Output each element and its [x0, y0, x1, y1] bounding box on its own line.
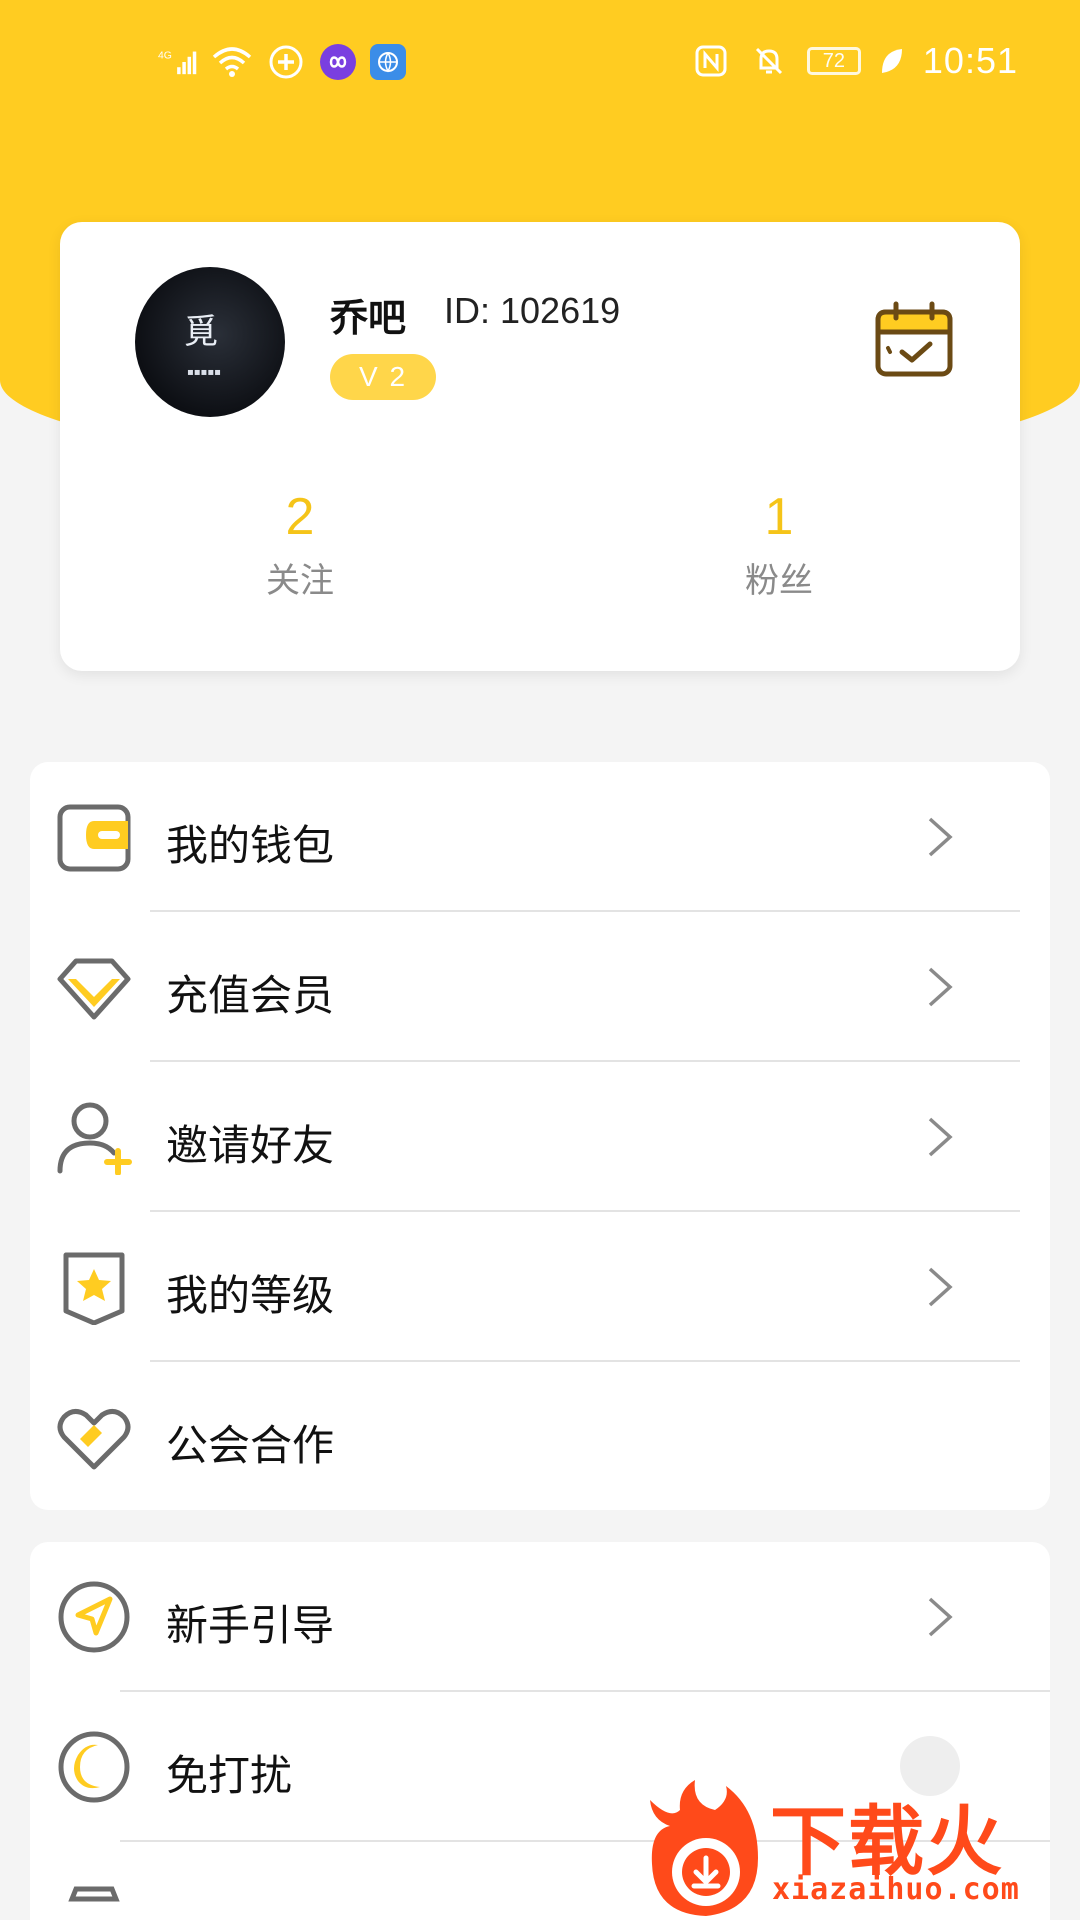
chevron-right-icon: [926, 1265, 954, 1309]
stat-fans[interactable]: 1 粉丝: [679, 487, 879, 602]
chevron-right-icon: [926, 965, 954, 1009]
battery-indicator: 72: [806, 47, 861, 75]
browser-notification-icon: [370, 44, 406, 80]
watermark-url: xiazaihuo.com: [772, 1872, 1020, 1907]
status-bar-right: 72 10:51: [691, 40, 1018, 82]
status-bar: 4G 72 10:51: [0, 28, 1080, 98]
stat-following[interactable]: 2 关注: [200, 487, 400, 602]
profile-card: 覓 ▪▪▪▪▪ 乔吧 ID: 102619 V 2 2 关注 1 粉丝: [60, 222, 1020, 671]
avatar[interactable]: 覓 ▪▪▪▪▪: [135, 267, 285, 417]
signal-icon: 4G: [158, 42, 198, 82]
level-badge-icon: [56, 1249, 132, 1326]
diamond-icon: [56, 949, 132, 1025]
avatar-sign-text: 覓: [184, 312, 218, 352]
menu-item-vip[interactable]: 充值会员: [30, 912, 1050, 1062]
menu-label-wallet: 我的钱包: [166, 821, 335, 870]
profile-page: 4G 72 10:51 覓 ▪▪▪▪▪ 乔吧 ID: 102619 V 2 2 …: [0, 0, 1080, 1920]
chevron-right-icon: [926, 1595, 954, 1639]
level-badge: V 2: [330, 354, 436, 400]
plus-circle-icon: [266, 42, 306, 82]
settings-icon: [56, 1879, 132, 1920]
menu-label-level: 我的等级: [166, 1271, 335, 1320]
navigation-icon: [56, 1579, 132, 1655]
status-bar-left: 4G: [158, 42, 406, 82]
svg-text:4G: 4G: [158, 51, 172, 62]
menu-label-invite: 邀请好友: [166, 1121, 335, 1170]
nfc-icon: [691, 41, 731, 81]
mute-bell-icon: [749, 41, 789, 81]
menu-item-level[interactable]: 我的等级: [30, 1212, 1050, 1362]
fans-label: 粉丝: [745, 561, 813, 601]
add-user-icon: [56, 1099, 132, 1176]
checkin-calendar-icon[interactable]: [872, 298, 956, 382]
leaf-icon: [879, 41, 905, 81]
menu-item-wallet[interactable]: 我的钱包: [30, 762, 1050, 912]
clock: 10:51: [922, 40, 1018, 81]
menu-item-invite[interactable]: 邀请好友: [30, 1062, 1050, 1212]
avatar-detail: ▪▪▪▪▪: [187, 367, 221, 378]
menu-label-guide: 新手引导: [166, 1601, 335, 1650]
following-label: 关注: [266, 561, 334, 601]
menu-item-guide[interactable]: 新手引导: [30, 1542, 1050, 1692]
wallet-icon: [56, 799, 132, 875]
chevron-right-icon: [926, 1115, 954, 1159]
user-id: ID: 102619: [444, 290, 621, 331]
menu-group-main: 我的钱包 充值会员 邀请好友 我的等级 公会合作: [30, 762, 1050, 1510]
menu-label-do-not-disturb: 免打扰: [166, 1751, 293, 1800]
flame-logo-icon: [650, 1780, 758, 1916]
following-count: 2: [285, 488, 315, 546]
menu-label-guild: 公会合作: [166, 1421, 335, 1470]
app-notification-icon: [320, 44, 356, 80]
watermark-logo: 下载火 xiazaihuo.com: [640, 1780, 1080, 1920]
menu-item-guild[interactable]: 公会合作: [30, 1362, 1050, 1510]
menu-label-vip: 充值会员: [166, 971, 335, 1020]
heart-icon: [56, 1399, 132, 1475]
username: 乔吧: [330, 296, 407, 340]
moon-icon: [56, 1729, 132, 1805]
wifi-icon: [212, 42, 252, 82]
fans-count: 1: [764, 488, 794, 546]
chevron-right-icon: [926, 815, 954, 859]
